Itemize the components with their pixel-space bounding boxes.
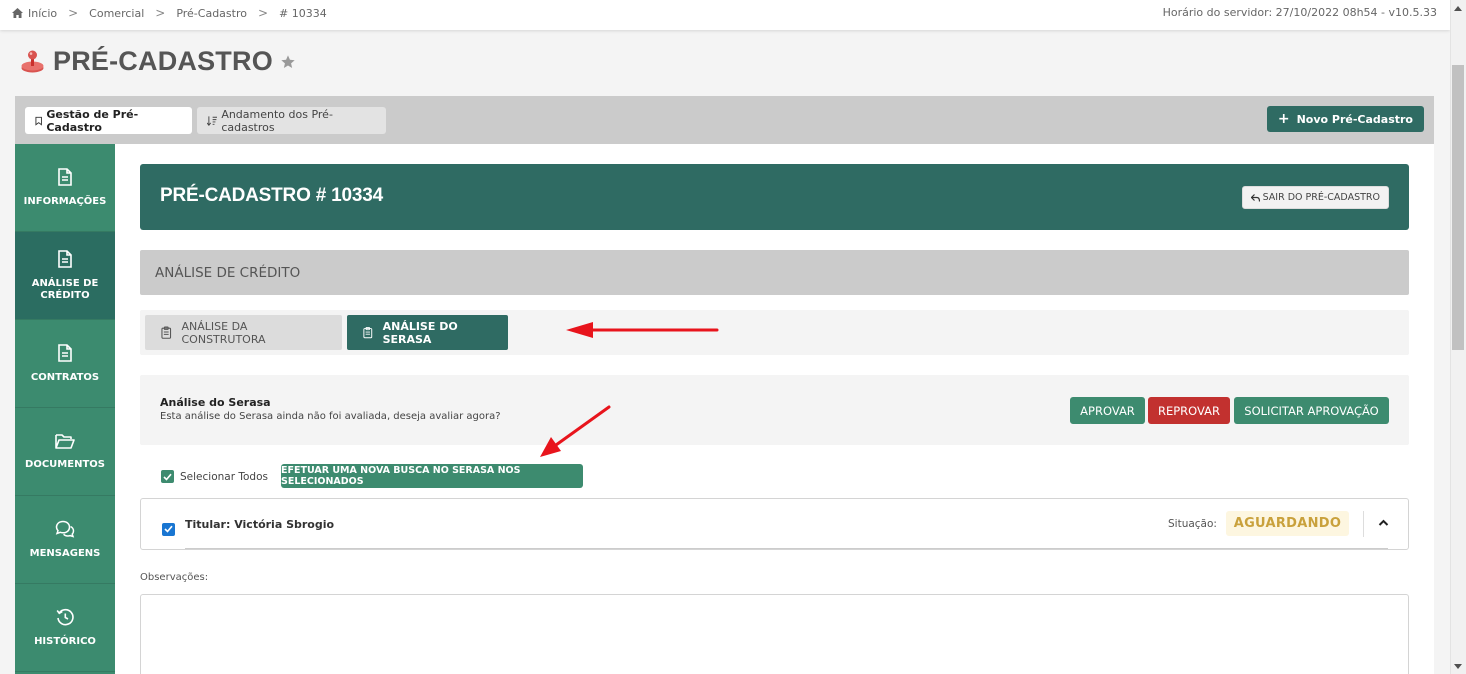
scroll-up-icon[interactable]: [1454, 6, 1462, 11]
breadcrumb-comercial[interactable]: Comercial: [89, 7, 144, 20]
select-all-label[interactable]: Selecionar Todos: [180, 471, 268, 483]
tab-andamento-pre-cadastros[interactable]: Andamento dos Pré-cadastros: [197, 107, 386, 134]
breadcrumb-separator: >: [257, 6, 269, 20]
sidebar: INFORMAÇÕES ANÁLISE DE CRÉDITO CONTRATOS…: [15, 144, 115, 674]
status-label: Situação:: [1168, 518, 1217, 530]
document-icon: [58, 167, 72, 186]
chevron-up-icon[interactable]: [1378, 517, 1389, 529]
section-header: ANÁLISE DE CRÉDITO: [140, 250, 1409, 295]
plus-icon: +: [1277, 111, 1290, 127]
sort-icon: [207, 115, 218, 126]
select-all-checkbox[interactable]: [161, 470, 174, 483]
sidebar-item-historico[interactable]: HISTÓRICO: [15, 584, 115, 672]
header-tabs-bar: Gestão de Pré-Cadastro Andamento dos Pré…: [15, 96, 1434, 144]
sidebar-label: CONTRATOS: [30, 371, 100, 383]
star-icon[interactable]: [280, 54, 296, 70]
tab-gestao-label: Gestão de Pré-Cadastro: [46, 107, 139, 134]
sidebar-item-contratos[interactable]: CONTRATOS: [15, 320, 115, 408]
sidebar-label: INFORMAÇÕES: [23, 195, 107, 207]
pre-cadastro-title: PRÉ-CADASTRO # 10334: [160, 185, 384, 206]
document-icon: [58, 343, 72, 362]
chat-icon: [55, 520, 75, 538]
section-title: ANÁLISE DE CRÉDITO: [155, 265, 301, 281]
exit-label: SAIR DO PRÉ-CADASTRO: [1262, 192, 1380, 203]
breadcrumb-pre-cadastro[interactable]: Pré-Cadastro: [176, 7, 247, 20]
tab-analise-serasa[interactable]: ANÁLISE DO SERASA: [347, 315, 508, 350]
top-bar: Início > Comercial > Pré-Cadastro > # 10…: [0, 0, 1450, 30]
breadcrumb-separator: >: [68, 6, 79, 20]
breadcrumb: Início > Comercial > Pré-Cadastro > # 10…: [12, 6, 327, 20]
holder-checkbox[interactable]: [162, 522, 175, 536]
page-title: PRÉ-CADASTRO: [53, 46, 273, 76]
reply-icon: [1250, 193, 1260, 202]
folder-open-icon: [55, 433, 75, 449]
scrollbar-thumb[interactable]: [1452, 65, 1464, 350]
holder-card: Titular: Victória Sbrogio Situação: AGUA…: [140, 498, 1409, 550]
sidebar-item-mensagens[interactable]: MENSAGENS: [15, 496, 115, 584]
analysis-subtabs: ANÁLISE DA CONSTRUTORA ANÁLISE DO SERASA: [140, 310, 1409, 355]
scroll-down-icon[interactable]: [1454, 664, 1462, 669]
breadcrumb-home-label: Início: [28, 6, 58, 20]
reject-button[interactable]: REPROVAR: [1148, 397, 1230, 424]
tab-analise-serasa-label: ANÁLISE DO SERASA: [382, 319, 458, 346]
main-header: PRÉ-CADASTRO # 10334 SAIR DO PRÉ-CADASTR…: [140, 164, 1409, 230]
sidebar-item-analise-de-credito[interactable]: ANÁLISE DE CRÉDITO: [15, 232, 115, 320]
new-pre-cadastro-button[interactable]: + Novo Pré-Cadastro: [1266, 106, 1424, 132]
document-icon: [58, 249, 72, 268]
tab-gestao-pre-cadastro[interactable]: Gestão de Pré-Cadastro: [25, 107, 192, 134]
sidebar-label: DOCUMENTOS: [25, 458, 105, 470]
tab-analise-construtora[interactable]: ANÁLISE DA CONSTRUTORA: [145, 315, 342, 350]
new-pre-cadastro-label: Novo Pré-Cadastro: [1296, 112, 1413, 126]
sidebar-label: HISTÓRICO: [34, 635, 96, 647]
request-approval-button[interactable]: SOLICITAR APROVAÇÃO: [1234, 397, 1389, 424]
divider: [1363, 511, 1364, 537]
breadcrumb-current: # 10334: [279, 6, 327, 20]
exit-pre-cadastro-button[interactable]: SAIR DO PRÉ-CADASTRO: [1241, 186, 1389, 209]
status-badge: AGUARDANDO: [1226, 511, 1349, 536]
check-icon: [163, 473, 172, 481]
sidebar-label: ANÁLISE DE CRÉDITO: [31, 277, 99, 301]
tab-andamento-label: Andamento dos Pré-cadastros: [221, 107, 333, 134]
holder-name: Titular: Victória Sbrogio: [185, 518, 335, 531]
approve-button[interactable]: APROVAR: [1070, 397, 1145, 424]
observations-label: Observações:: [140, 572, 209, 583]
breadcrumb-home[interactable]: Início: [12, 7, 57, 20]
analysis-title: Análise do Serasa: [160, 396, 271, 409]
check-icon: [164, 525, 173, 533]
home-icon: [12, 8, 23, 18]
breadcrumb-separator: >: [155, 6, 166, 20]
analysis-description: Esta análise do Serasa ainda não foi ava…: [160, 411, 501, 422]
tab-analise-construtora-label: ANÁLISE DA CONSTRUTORA: [181, 319, 266, 346]
server-time: Horário do servidor: 27/10/2022 08h54 - …: [1162, 6, 1437, 19]
bookmark-icon: [35, 116, 42, 126]
clipboard-icon: [363, 327, 373, 339]
sidebar-item-informacoes[interactable]: INFORMAÇÕES: [15, 144, 115, 232]
serasa-analysis-panel: Análise do Serasa Esta análise do Serasa…: [140, 375, 1409, 445]
select-all-row: Selecionar Todos: [161, 470, 268, 483]
sidebar-label: MENSAGENS: [29, 547, 101, 559]
divider: [185, 548, 1388, 549]
serasa-search-button[interactable]: EFETUAR UMA NOVA BUSCA NO SERASA NOS SEL…: [281, 464, 583, 488]
sidebar-item-documentos[interactable]: DOCUMENTOS: [15, 408, 115, 496]
page-header: PRÉ-CADASTRO: [20, 46, 296, 77]
joystick-icon: [21, 50, 44, 72]
observations-textarea[interactable]: [140, 594, 1409, 674]
holder-checkbox-wrap: [162, 518, 175, 537]
clipboard-icon: [161, 326, 172, 339]
history-icon: [56, 608, 74, 625]
